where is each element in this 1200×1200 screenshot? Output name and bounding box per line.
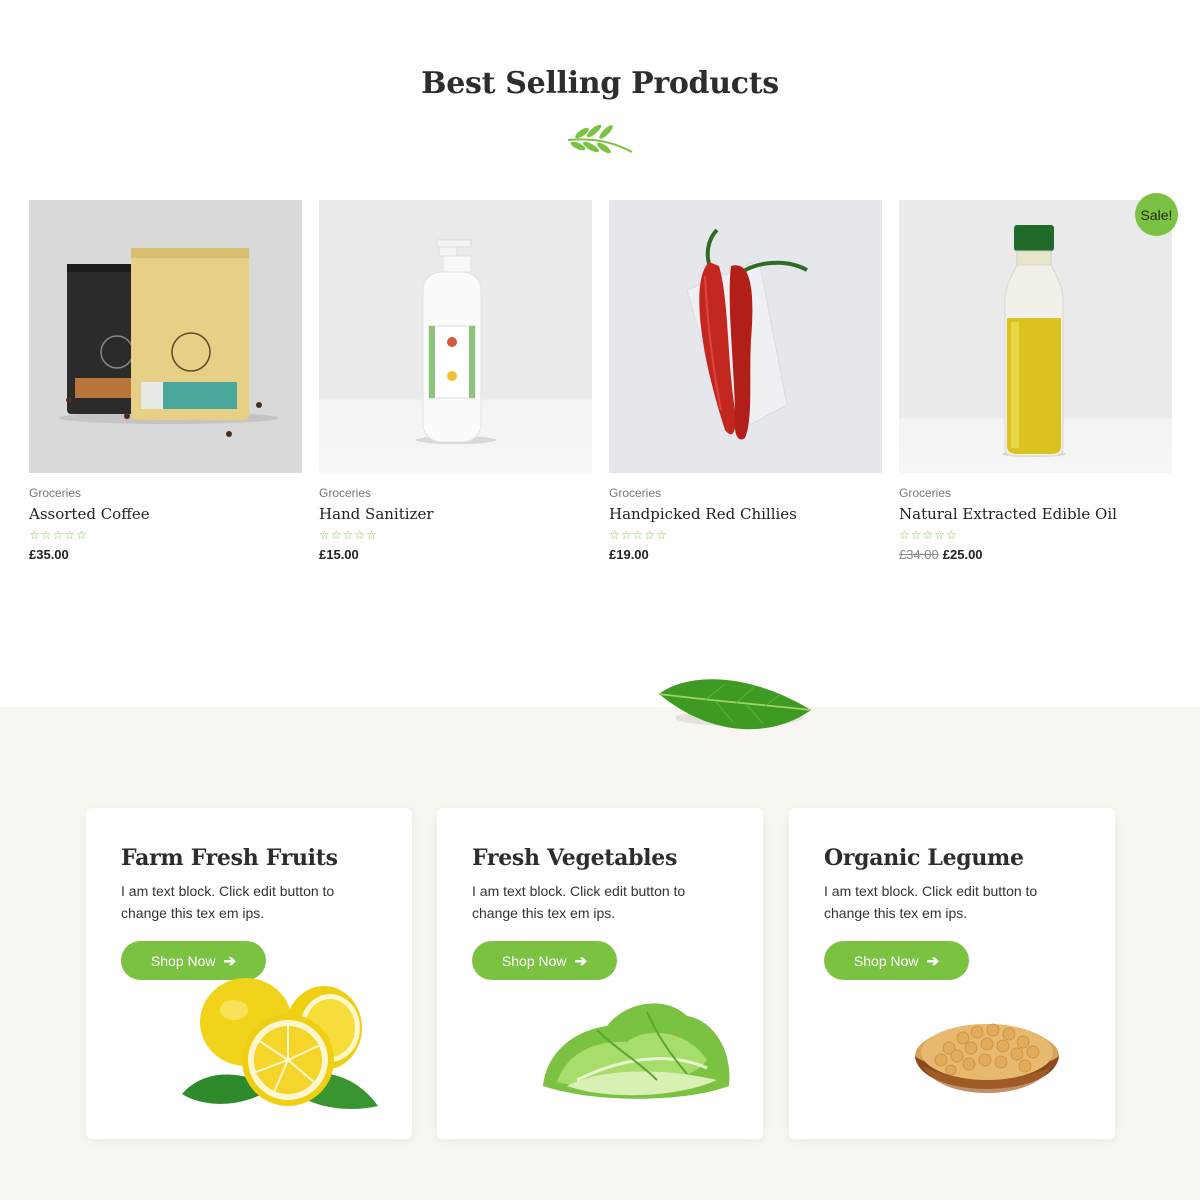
basil-leaf-icon xyxy=(658,679,812,730)
shop-now-button[interactable]: Shop Now ➔ xyxy=(121,941,266,980)
star-rating-icon: ☆☆☆☆☆ xyxy=(899,528,958,542)
product-price: £15.00 xyxy=(319,547,359,562)
shop-now-label: Shop Now xyxy=(853,952,919,969)
section-heading: Best Selling Products xyxy=(421,66,779,101)
product-category[interactable]: Groceries xyxy=(29,486,302,500)
product-card[interactable]: Groceries Hand Sanitizer ☆☆☆☆☆ £15.00 xyxy=(319,200,592,562)
product-name[interactable]: Natural Extracted Edible Oil xyxy=(899,505,1172,523)
product-price: £34.00 £25.00 xyxy=(899,547,1172,562)
product-card[interactable]: Groceries Natural Extracted Edible Oil ☆… xyxy=(899,200,1172,562)
arrow-right-icon: ➔ xyxy=(574,952,588,970)
category-card-fruits: Farm Fresh Fruits I am text block. Click… xyxy=(86,808,412,1139)
star-rating-icon: ☆☆☆☆☆ xyxy=(29,528,88,542)
product-image-chillies[interactable] xyxy=(609,200,882,473)
category-title: Organic Legume xyxy=(824,845,1024,871)
arrow-right-icon: ➔ xyxy=(223,952,237,970)
product-image-sanitizer[interactable] xyxy=(319,200,592,473)
category-title: Fresh Vegetables xyxy=(472,845,678,871)
product-card[interactable]: Groceries Handpicked Red Chillies ☆☆☆☆☆ … xyxy=(609,200,882,562)
product-image-oil[interactable] xyxy=(899,200,1172,473)
product-name[interactable]: Handpicked Red Chillies xyxy=(609,505,882,523)
shop-now-button[interactable]: Shop Now ➔ xyxy=(472,941,617,980)
category-card-legume: Organic Legume I am text block. Click ed… xyxy=(789,808,1115,1139)
category-text: I am text block. Click edit button to ch… xyxy=(472,883,686,921)
star-rating-icon: ☆☆☆☆☆ xyxy=(609,528,668,542)
old-price: £34.00 xyxy=(899,547,939,562)
category-text: I am text block. Click edit button to ch… xyxy=(121,883,335,921)
product-category[interactable]: Groceries xyxy=(609,486,882,500)
product-name[interactable]: Hand Sanitizer xyxy=(319,505,592,523)
shop-now-button[interactable]: Shop Now ➔ xyxy=(824,941,969,980)
shop-now-label: Shop Now xyxy=(501,952,567,969)
leaf-sprig-icon xyxy=(567,124,633,154)
product-name[interactable]: Assorted Coffee xyxy=(29,505,302,523)
star-rating-icon: ☆☆☆☆☆ xyxy=(319,528,378,542)
category-title: Farm Fresh Fruits xyxy=(121,845,338,871)
sale-price: £25.00 xyxy=(942,547,983,562)
product-card[interactable]: Groceries Assorted Coffee ☆☆☆☆☆ £35.00 xyxy=(29,200,302,562)
shop-now-label: Shop Now xyxy=(150,952,216,969)
sale-badge: Sale! xyxy=(1135,193,1178,236)
product-category[interactable]: Groceries xyxy=(899,486,1172,500)
arrow-right-icon: ➔ xyxy=(926,952,940,970)
product-price: £35.00 xyxy=(29,547,69,562)
lemons-image xyxy=(182,978,378,1110)
product-category[interactable]: Groceries xyxy=(319,486,592,500)
category-text: I am text block. Click edit button to ch… xyxy=(824,883,1038,921)
product-price: £19.00 xyxy=(609,547,649,562)
product-image-coffee[interactable] xyxy=(29,200,302,473)
lettuce-image xyxy=(543,1003,730,1099)
category-card-vegetables: Fresh Vegetables I am text block. Click … xyxy=(437,808,763,1139)
